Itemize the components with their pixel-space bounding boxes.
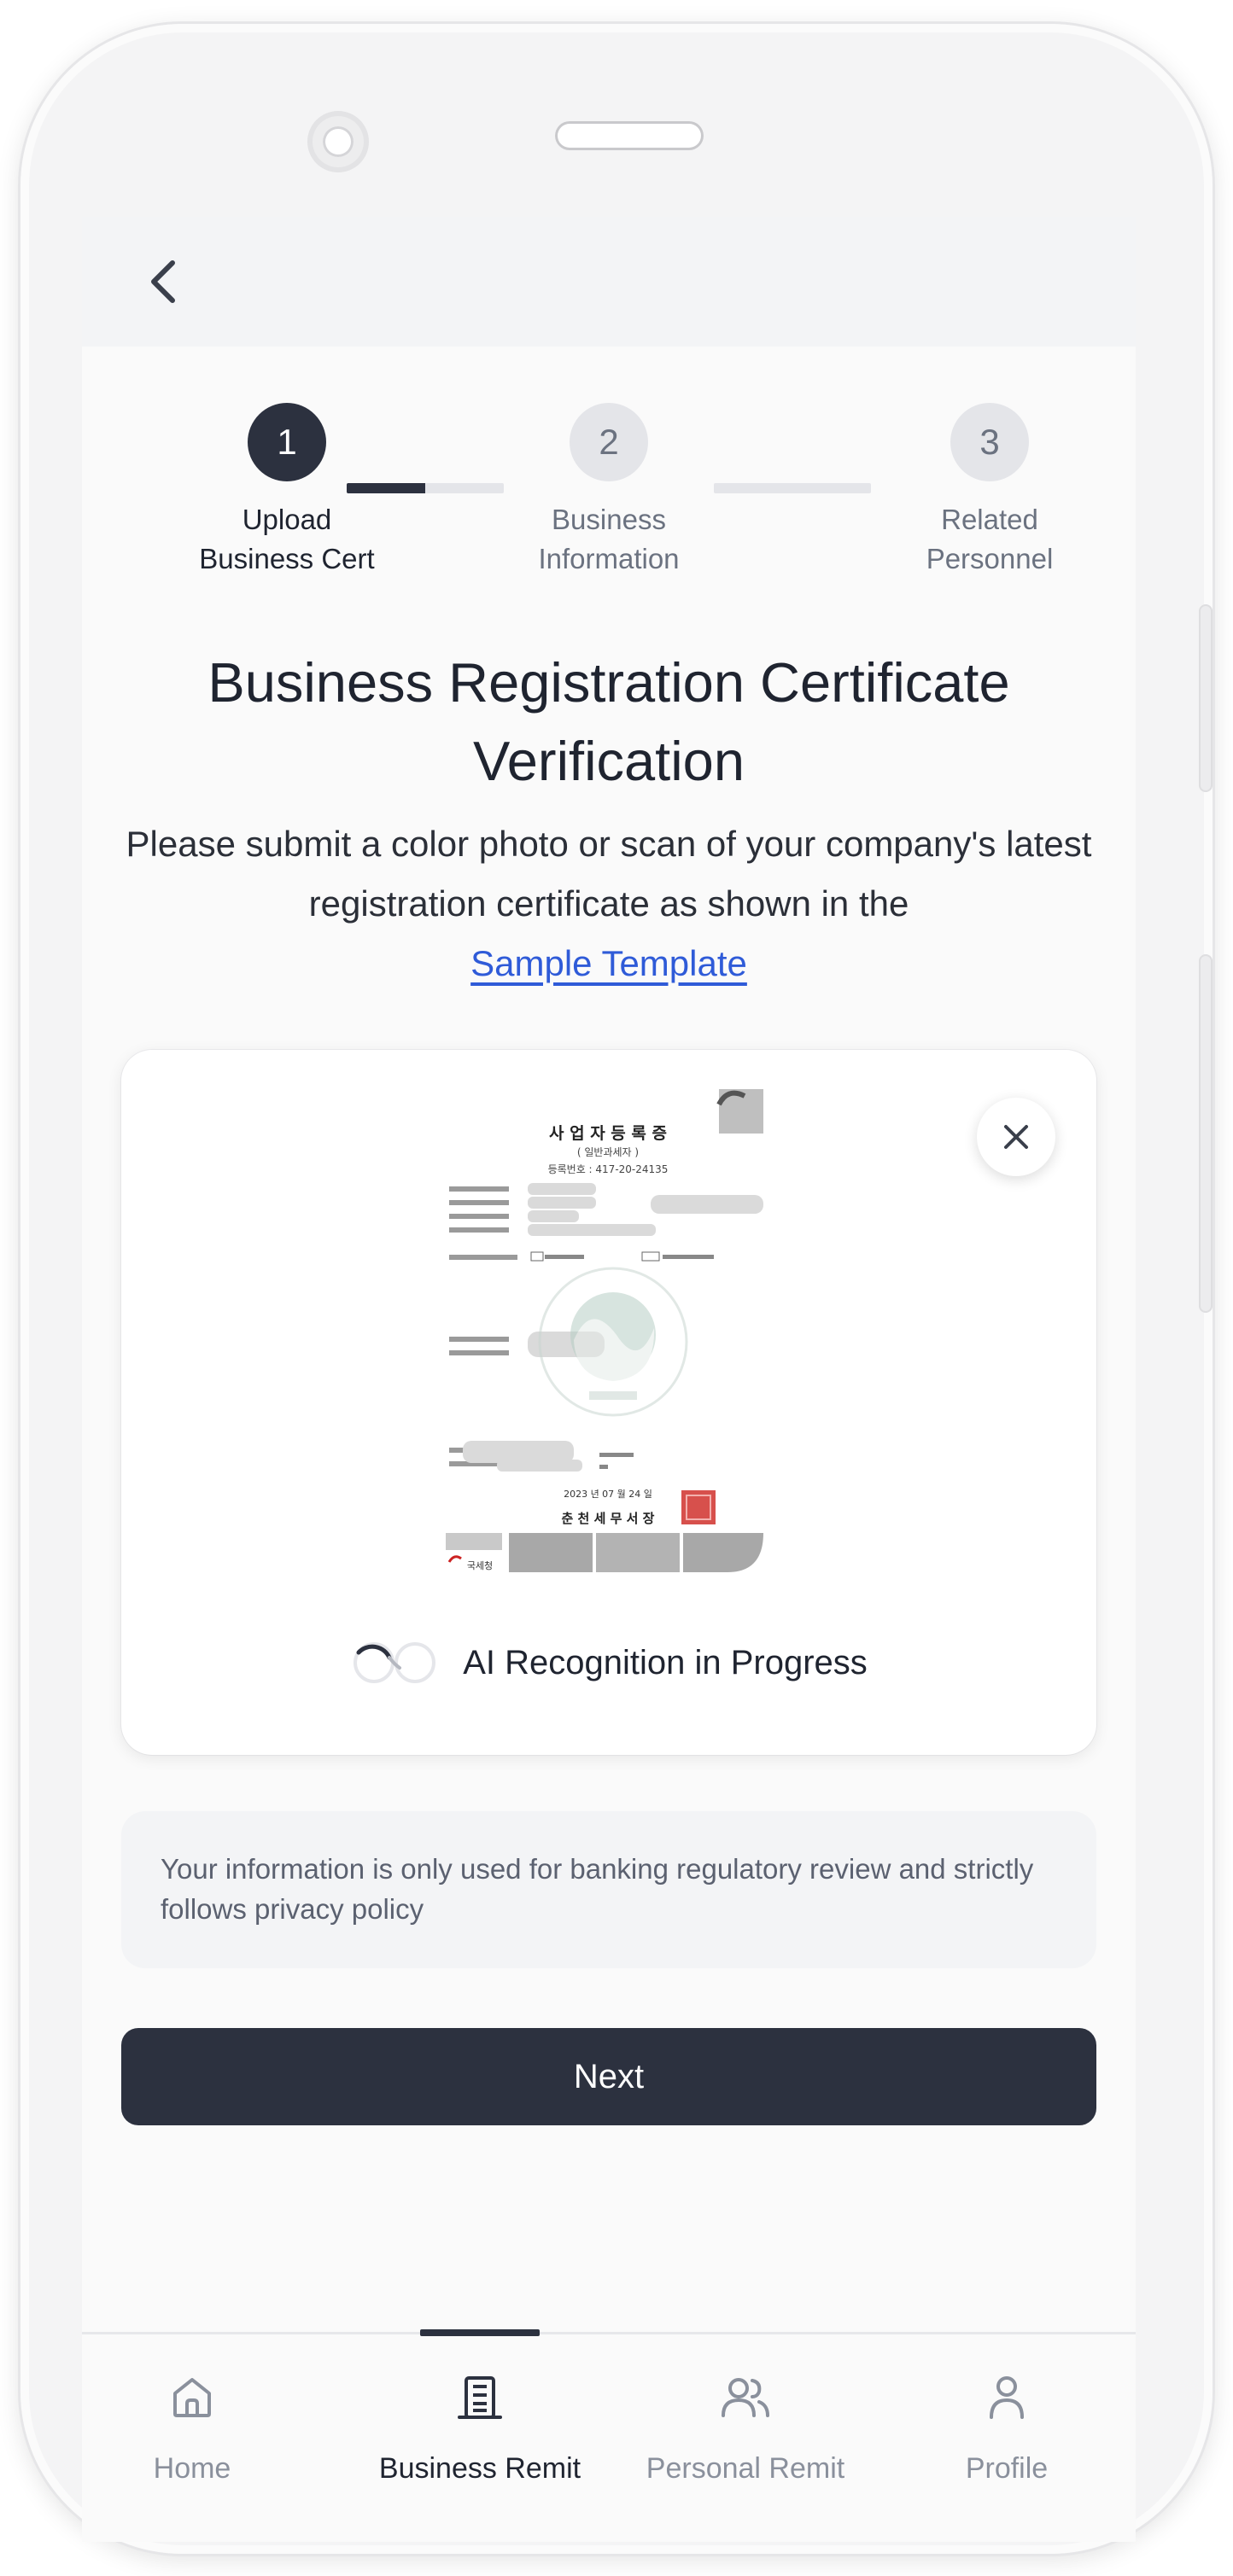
certificate-emblem (716, 1089, 763, 1134)
step-label-line: Personnel (926, 543, 1054, 574)
step-label-line: Related (941, 504, 1038, 535)
step-label: Upload Business Cert (176, 500, 398, 579)
step-connector-2 (714, 483, 871, 493)
ai-recognition-status: AI Recognition in Progress (121, 1639, 1096, 1687)
step-connector-1 (347, 483, 504, 493)
close-icon (1004, 1125, 1028, 1149)
building-icon (458, 2376, 502, 2419)
power-button (1199, 954, 1213, 1313)
active-tab-indicator (420, 2329, 540, 2336)
nav-label: Profile (965, 2452, 1049, 2485)
step-number: 2 (570, 403, 648, 481)
cert-heading: 사 업 자 등 록 증 (549, 1124, 667, 1143)
volume-button (1199, 604, 1213, 792)
upload-card: 사 업 자 등 록 증 ( 일반과세자 ) 등록번호 : 417-20-2413… (121, 1050, 1096, 1755)
step-business-info: 2 Business Information (498, 403, 720, 579)
bottom-navigation: Home Business Remit Personal Remit Profi… (82, 2329, 1136, 2542)
certificate-image: 사 업 자 등 록 증 ( 일반과세자 ) 등록번호 : 417-20-2413… (446, 1089, 763, 1572)
red-stamp (681, 1490, 716, 1524)
cert-date: 2023 년 07 월 24 일 (564, 1488, 652, 1500)
spinner-icon (354, 1642, 436, 1683)
step-number: 1 (248, 403, 326, 481)
cert-footer-label: 국세청 (467, 1560, 493, 1571)
nav-home[interactable]: Home (82, 2365, 320, 2486)
step-label-line: Business (552, 504, 666, 535)
step-number: 3 (950, 403, 1029, 481)
nav-business-remit[interactable]: Business Remit (352, 2365, 608, 2486)
speaker-grille (555, 121, 704, 150)
step-label-line: Information (538, 543, 680, 574)
certificate-preview: 사 업 자 등 록 증 ( 일반과세자 ) 등록번호 : 417-20-2413… (446, 1087, 770, 1582)
description-text: Please submit a color photo or scan of y… (126, 824, 1092, 924)
nav-label: Personal Remit (646, 2452, 845, 2485)
step-related-personnel: 3 Related Personnel (879, 403, 1101, 579)
step-label-line: Business Cert (199, 543, 375, 574)
chevron-left-icon (151, 260, 175, 303)
page-title-line: Business Registration Certificate (207, 651, 1010, 714)
nav-label: Home (153, 2452, 231, 2485)
cert-subheading: ( 일반과세자 ) (577, 1146, 639, 1158)
step-label-line: Upload (242, 504, 332, 535)
page-description: Please submit a color photo or scan of y… (116, 814, 1102, 994)
app-screen: 1 Upload Business Cert 2 Business Inform… (82, 217, 1136, 2542)
ai-status-text: AI Recognition in Progress (463, 1643, 868, 1681)
remove-file-button[interactable] (977, 1098, 1055, 1176)
page-title: Business Registration Certificate Verifi… (133, 644, 1084, 801)
nav-label: Business Remit (378, 2452, 581, 2485)
step-connector-fill (347, 483, 425, 493)
nav-profile[interactable]: Profile (879, 2365, 1135, 2486)
users-icon (722, 2378, 769, 2417)
step-label: Related Personnel (879, 500, 1101, 579)
sample-template-link[interactable]: Sample Template (470, 943, 747, 983)
cert-reg-no: 등록번호 : 417-20-24135 (548, 1163, 669, 1175)
cert-office: 춘 천 세 무 서 장 (562, 1511, 655, 1526)
top-bar (82, 217, 1136, 347)
page-title-line: Verification (473, 730, 745, 792)
step-label: Business Information (498, 500, 720, 579)
nav-personal-remit[interactable]: Personal Remit (617, 2365, 874, 2486)
progress-stepper: 1 Upload Business Cert 2 Business Inform… (82, 403, 1136, 591)
front-camera (307, 111, 369, 172)
next-button[interactable]: Next (121, 2028, 1096, 2125)
back-button[interactable] (133, 251, 195, 312)
home-icon (173, 2378, 211, 2417)
privacy-notice: Your information is only used for bankin… (121, 1811, 1096, 1968)
user-icon (990, 2376, 1024, 2419)
